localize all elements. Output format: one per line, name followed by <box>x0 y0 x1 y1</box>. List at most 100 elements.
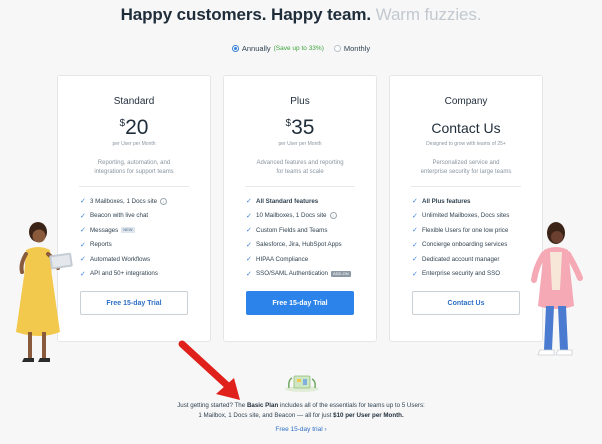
check-icon: ✓ <box>80 227 86 235</box>
check-icon: ✓ <box>80 256 86 264</box>
feature-label: Messages <box>90 226 119 234</box>
feature-item: ✓ Flexible Users for one low price <box>412 223 532 238</box>
divider <box>411 186 521 187</box>
check-icon: ✓ <box>246 270 252 278</box>
plan-description: Personalized service and enterprise secu… <box>408 159 524 178</box>
feature-item: ✓ Reports <box>80 238 200 253</box>
plan-description-line: Reporting, automation, and <box>97 160 171 166</box>
price-period: per User per Month <box>112 141 156 147</box>
feature-item: ✓ Custom Fields and Teams <box>246 223 366 238</box>
plan-card-plus: Plus $35 per User per Month Advanced fea… <box>223 75 377 342</box>
feature-item: ✓ Unlimited Mailboxes, Docs sites <box>412 209 532 224</box>
feature-label: Custom Fields and Teams <box>256 226 328 234</box>
feature-list: ✓ All Standard features ✓ 10 Mailboxes, 1 … <box>246 194 366 281</box>
feature-label: SSO/SAML Authentication <box>256 270 328 278</box>
feature-list: ✓ All Plus features ✓ Unlimited Mailboxes,… <box>412 194 532 281</box>
check-icon: ✓ <box>412 212 418 220</box>
check-icon: ✓ <box>246 241 252 249</box>
feature-label: Concierge onboarding services <box>422 241 508 249</box>
check-icon: ✓ <box>246 256 252 264</box>
check-icon: ✓ <box>412 256 418 264</box>
basic-plan-note: Just getting started? The Basic Plan inc… <box>0 401 602 420</box>
basic-plan-name: Basic Plan <box>246 402 279 409</box>
plan-contact-heading: Contact Us <box>431 120 501 136</box>
feature-label: Salesforce, Jira, HubSpot Apps <box>256 241 342 249</box>
page-headline: Happy customers. Happy team. Warm fuzzie… <box>0 5 602 25</box>
basic-plan-price: $10 per User per Month. <box>333 411 404 419</box>
plan-description-line: integrations for support teams <box>94 169 174 176</box>
annually-radio[interactable] <box>231 45 239 52</box>
standard-trial-button[interactable]: Free 15-day Trial <box>80 291 188 315</box>
price-amount: 20 <box>125 116 149 139</box>
company-contact-button[interactable]: Contact Us <box>412 291 520 315</box>
check-icon: ✓ <box>80 241 86 249</box>
feature-item: ✓ Automated Workflows <box>80 252 200 267</box>
info-icon[interactable]: i <box>329 212 337 220</box>
feature-item: ✓ API and 50+ integrations <box>80 267 200 282</box>
monthly-label: Monthly <box>343 44 371 53</box>
plus-trial-button[interactable]: Free 15-day Trial <box>246 291 354 315</box>
feature-item: ✓ 3 Mailboxes, 1 Docs site i <box>80 194 200 209</box>
plan-name: Company <box>444 96 488 107</box>
feature-label: Unlimited Mailboxes, Docs sites <box>422 212 510 220</box>
price-amount: 35 <box>291 116 315 139</box>
check-icon: ✓ <box>80 212 86 220</box>
divider <box>245 186 355 187</box>
billing-toggle: Annually (Save up to 33%) Monthly <box>0 44 602 53</box>
feature-label: 3 Mailboxes, 1 Docs site <box>90 197 158 205</box>
feature-label: Flexible Users for one low price <box>422 226 509 234</box>
feature-item: ✓ Messages NEW <box>80 223 200 238</box>
feature-label: Enterprise security and SSO <box>422 270 501 278</box>
feature-label: Automated Workflows <box>90 255 151 263</box>
woman-with-laptop-illustration <box>16 222 73 362</box>
price-period: per User per Month <box>278 141 322 147</box>
feature-list: ✓ 3 Mailboxes, 1 Docs site i ✓ Beacon with … <box>80 194 200 281</box>
check-icon: ✓ <box>246 227 252 235</box>
plan-description: Reporting, automation, and integrations … <box>76 159 192 178</box>
price-currency: $ <box>119 118 126 129</box>
annually-label: Annually <box>241 44 271 53</box>
feature-label: Dedicated account manager <box>422 255 500 263</box>
plan-description: Advanced features and reporting for team… <box>242 159 358 178</box>
plan-description-line: Personalized service and <box>432 160 500 166</box>
woman-pink-coat-illustration <box>531 222 583 356</box>
info-icon[interactable]: i <box>160 197 168 205</box>
plan-name: Plus <box>290 96 310 107</box>
feature-item: ✓ 10 Mailboxes, 1 Docs site i <box>246 209 366 224</box>
check-icon: ✓ <box>412 270 418 278</box>
feature-label: Beacon with live chat <box>90 212 149 220</box>
check-icon: ✓ <box>80 270 86 278</box>
check-icon: ✓ <box>412 241 418 249</box>
feature-item: ✓ Enterprise security and SSO <box>412 267 532 282</box>
price-currency: $ <box>285 118 292 129</box>
feature-label: All Standard features <box>256 197 319 205</box>
plan-name: Standard <box>113 96 155 107</box>
headline-main: Happy customers. Happy team. <box>120 5 372 24</box>
feature-label: Reports <box>90 241 112 249</box>
feature-item: ✓ SSO/SAML Authentication ADD-ON <box>246 267 366 282</box>
check-icon: ✓ <box>80 198 86 206</box>
basic-trial-link[interactable]: Free 15-day trial › <box>0 426 602 433</box>
new-badge: NEW <box>121 227 135 234</box>
feature-item: ✓ Salesforce, Jira, HubSpot Apps <box>246 238 366 253</box>
feature-label: 10 Mailboxes, 1 Docs site <box>256 212 327 220</box>
monthly-radio[interactable] <box>333 45 341 52</box>
plan-description-line: for teams at scale <box>276 169 324 176</box>
plan-price: $20 <box>58 116 210 140</box>
red-arrow-icon <box>178 340 240 400</box>
plan-price: $35 <box>224 116 376 140</box>
check-icon: ✓ <box>412 227 418 235</box>
plan-card-company: Company Contact Us Designed to grow with… <box>389 75 543 342</box>
basic-line1-suffix: includes all of the essentials for teams… <box>279 402 425 409</box>
plan-description-line: enterprise security for large teams <box>420 169 512 176</box>
add-on-badge: ADD-ON <box>331 270 351 277</box>
billing-option-annually[interactable]: Annually (Save up to 33%) <box>231 44 324 53</box>
check-icon: ✓ <box>246 198 252 206</box>
plan-card-standard: Standard $20 per User per Month Reportin… <box>57 75 211 342</box>
feature-label: API and 50+ integrations <box>90 270 158 278</box>
billing-option-monthly[interactable]: Monthly <box>333 44 371 53</box>
feature-item: ✓ Dedicated account manager <box>412 252 532 267</box>
feature-item: ✓ All Plus features <box>412 194 532 209</box>
basic-plan-line-2: 1 Mailbox, 1 Docs site, and Beacon — all… <box>0 411 602 421</box>
basic-plan-line-1: Just getting started? The Basic Plan inc… <box>0 401 602 411</box>
